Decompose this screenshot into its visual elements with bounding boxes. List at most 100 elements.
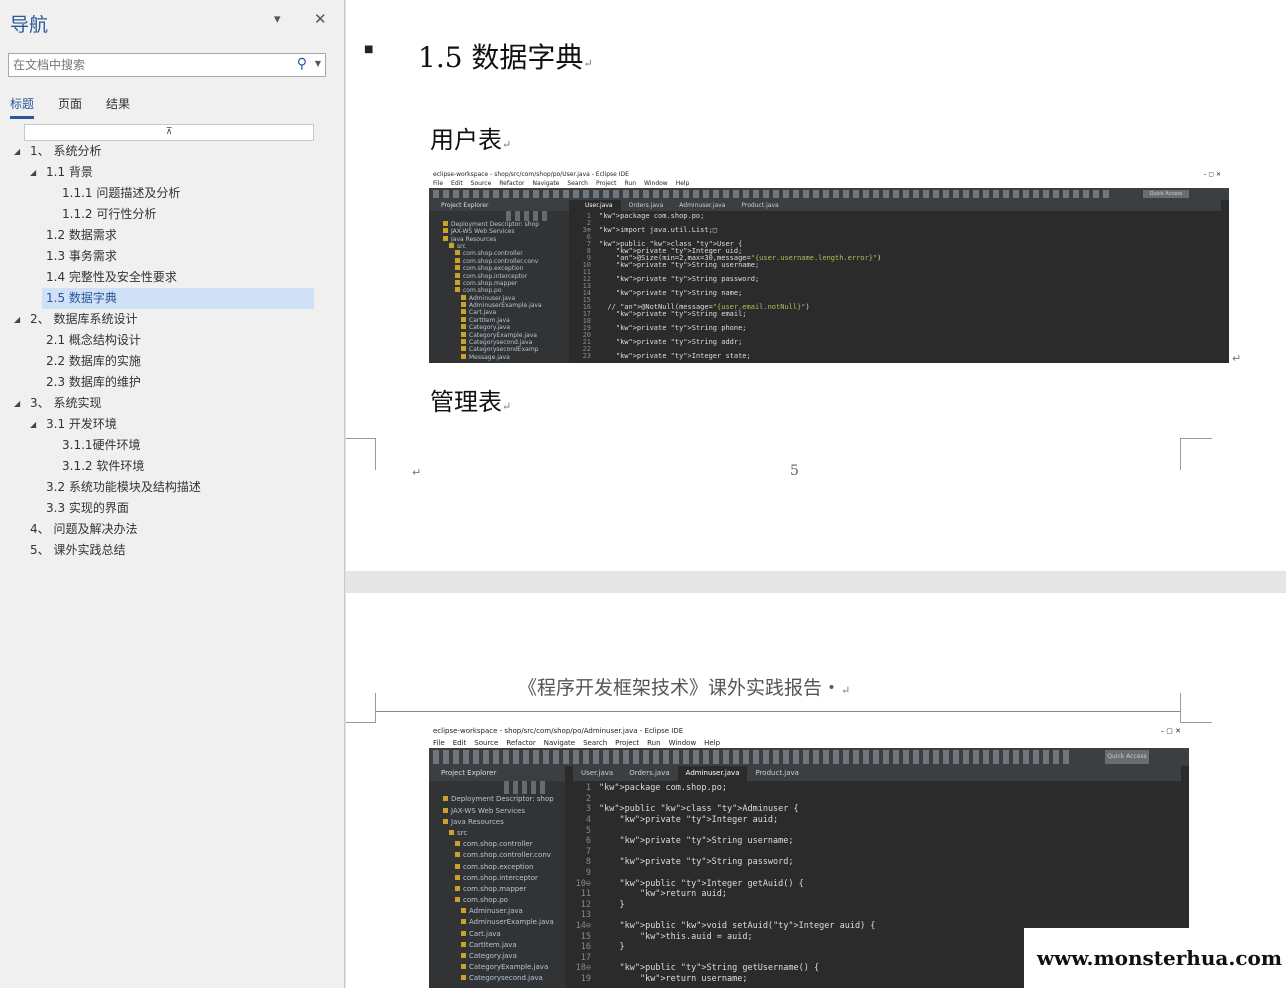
explorer-item[interactable]: src bbox=[429, 242, 569, 250]
nav-options-icon[interactable]: ▾ bbox=[274, 12, 281, 27]
menu-item[interactable]: Window bbox=[669, 738, 697, 748]
nav-heading-item[interactable]: 1.3 事务需求 bbox=[0, 246, 345, 267]
nav-heading-item[interactable]: ◢ 1.1 背景 bbox=[0, 162, 345, 183]
editor-tab[interactable]: Adminuser.java bbox=[677, 766, 748, 782]
tab-headings[interactable]: 标题 bbox=[10, 95, 35, 119]
menu-item[interactable]: Run bbox=[647, 738, 660, 748]
nav-heading-item[interactable]: 1.2 数据需求 bbox=[0, 225, 345, 246]
menu-item[interactable]: File bbox=[433, 738, 445, 748]
editor-tab[interactable]: Orders.java bbox=[621, 200, 672, 211]
menu-item[interactable]: Edit bbox=[451, 180, 463, 188]
nav-heading-item[interactable]: ◢ 3、 系统实现 bbox=[0, 393, 345, 414]
nav-heading-item[interactable]: 3.2 系统功能模块及结构描述 bbox=[0, 477, 345, 498]
expand-toggle-icon[interactable]: ◢ bbox=[30, 162, 36, 183]
search-box[interactable]: ⚲ ▼ bbox=[8, 53, 326, 77]
menu-item[interactable]: Run bbox=[625, 180, 637, 188]
expand-toggle-icon[interactable]: ◢ bbox=[14, 141, 20, 162]
explorer-item[interactable]: Cart.java bbox=[429, 309, 569, 316]
nav-heading-item[interactable]: 4、 问题及解决办法 bbox=[0, 519, 345, 540]
explorer-item[interactable]: com.shop.exception bbox=[429, 265, 569, 272]
explorer-item[interactable]: Category.java bbox=[429, 951, 565, 962]
explorer-item[interactable]: com.shop.controller.conv bbox=[429, 850, 565, 861]
nav-heading-item[interactable]: 1.5 数据字典 bbox=[0, 288, 345, 309]
menu-item[interactable]: Source bbox=[474, 738, 498, 748]
menu-item[interactable]: Help bbox=[676, 180, 690, 188]
expand-toggle-icon[interactable]: ◢ bbox=[14, 309, 20, 330]
menu-item[interactable]: Navigate bbox=[532, 180, 559, 188]
explorer-item[interactable]: com.shop.controller bbox=[429, 839, 565, 850]
explorer-item[interactable]: Java Resources bbox=[429, 817, 565, 828]
explorer-item[interactable]: Category.java bbox=[429, 324, 569, 331]
explorer-item[interactable]: CartItem.java bbox=[429, 940, 565, 951]
explorer-item[interactable]: Cart.java bbox=[429, 929, 565, 940]
explorer-item[interactable]: CategoryExample.java bbox=[429, 331, 569, 339]
nav-heading-item[interactable]: 3.1.2 软件环境 bbox=[0, 456, 345, 477]
menu-item[interactable]: Source bbox=[471, 180, 492, 188]
menu-item[interactable]: Search bbox=[567, 180, 588, 188]
explorer-item[interactable]: com.shop.controller bbox=[429, 250, 569, 257]
search-icon[interactable]: ⚲ bbox=[297, 56, 307, 72]
menu-item[interactable]: Navigate bbox=[544, 738, 575, 748]
explorer-item[interactable]: com.shop.interceptor bbox=[429, 272, 569, 280]
editor-tab[interactable]: User.java bbox=[573, 766, 621, 781]
nav-heading-item[interactable]: 5、 课外实践总结 bbox=[0, 540, 345, 561]
menu-item[interactable]: Edit bbox=[453, 738, 467, 748]
nav-heading-item[interactable]: 1.1.1 问题描述及分析 bbox=[0, 183, 345, 204]
explorer-item[interactable]: src bbox=[429, 828, 565, 839]
nav-heading-item[interactable]: ◢ 2、 数据库系统设计 bbox=[0, 309, 345, 330]
explorer-item[interactable]: CategoryExample.java bbox=[429, 962, 565, 973]
close-icon[interactable]: ✕ bbox=[314, 10, 327, 28]
nav-heading-item[interactable]: ◢ 3.1 开发环境 bbox=[0, 414, 345, 435]
editor-tab[interactable]: User.java bbox=[577, 200, 621, 212]
explorer-item[interactable]: com.shop.mapper bbox=[429, 884, 565, 895]
search-input[interactable] bbox=[9, 54, 279, 76]
explorer-item[interactable]: com.shop.po bbox=[429, 895, 565, 906]
nav-heading-item[interactable]: 1.4 完整性及安全性要求 bbox=[0, 267, 345, 288]
menu-item[interactable]: Project bbox=[596, 180, 617, 188]
editor-tab[interactable]: Adminuser.java bbox=[671, 200, 733, 211]
nav-heading-item[interactable]: 2.2 数据库的实施 bbox=[0, 351, 345, 372]
tab-pages[interactable]: 页面 bbox=[58, 95, 82, 119]
explorer-item[interactable]: AdminuserExample.java bbox=[429, 302, 569, 309]
explorer-item[interactable]: Categorysecond.java bbox=[429, 973, 565, 984]
explorer-item[interactable]: com.shop.mapper bbox=[429, 279, 569, 287]
explorer-item[interactable]: CartItem.java bbox=[429, 316, 569, 324]
explorer-item[interactable]: CategorysecondExamp bbox=[429, 346, 569, 353]
collapse-all-button[interactable]: ⊼ bbox=[24, 124, 314, 141]
nav-heading-item[interactable]: ◢ 1、 系统分析 bbox=[0, 141, 345, 162]
menu-item[interactable]: Refactor bbox=[506, 738, 535, 748]
nav-heading-item[interactable]: 1.1.2 可行性分析 bbox=[0, 204, 345, 225]
nav-heading-item[interactable]: 3.3 实现的界面 bbox=[0, 498, 345, 519]
package-icon bbox=[455, 863, 460, 869]
explorer-item[interactable]: Adminuser.java bbox=[429, 294, 569, 302]
nav-heading-item[interactable]: 3.1.1硬件环境 bbox=[0, 435, 345, 456]
nav-heading-item[interactable]: 2.3 数据库的维护 bbox=[0, 372, 345, 393]
explorer-item[interactable]: Message.java bbox=[429, 353, 569, 361]
menu-item[interactable]: File bbox=[433, 180, 443, 188]
expand-toggle-icon[interactable]: ◢ bbox=[30, 414, 36, 435]
explorer-item[interactable]: Deployment Descriptor: shop bbox=[429, 220, 569, 228]
menu-item[interactable]: Help bbox=[704, 738, 720, 748]
editor-tab[interactable]: Product.java bbox=[733, 200, 786, 211]
menu-item[interactable]: Window bbox=[644, 180, 668, 188]
explorer-item[interactable]: Adminuser.java bbox=[429, 906, 565, 917]
expand-toggle-icon[interactable]: ◢ bbox=[14, 393, 20, 414]
explorer-item[interactable]: JAX-WS Web Services bbox=[429, 806, 565, 817]
explorer-item[interactable]: Java Resources bbox=[429, 235, 569, 243]
explorer-item[interactable]: com.shop.controller.conv bbox=[429, 257, 569, 265]
editor-tab[interactable]: Orders.java bbox=[621, 766, 677, 781]
tab-results[interactable]: 结果 bbox=[106, 95, 130, 119]
explorer-item[interactable]: com.shop.po bbox=[429, 287, 569, 294]
explorer-item[interactable]: AdminuserExample.java bbox=[429, 917, 565, 928]
editor-tab[interactable]: Product.java bbox=[747, 766, 806, 781]
menu-item[interactable]: Search bbox=[583, 738, 607, 748]
chevron-down-icon[interactable]: ▼ bbox=[315, 59, 321, 68]
explorer-item[interactable]: com.shop.interceptor bbox=[429, 873, 565, 884]
menu-item[interactable]: Refactor bbox=[499, 180, 524, 188]
explorer-item[interactable]: Categorysecond.java bbox=[429, 339, 569, 346]
explorer-item[interactable]: com.shop.exception bbox=[429, 862, 565, 873]
explorer-item[interactable]: Deployment Descriptor: shop bbox=[429, 794, 565, 805]
menu-item[interactable]: Project bbox=[615, 738, 639, 748]
nav-heading-item[interactable]: 2.1 概念结构设计 bbox=[0, 330, 345, 351]
explorer-item[interactable]: JAX-WS Web Services bbox=[429, 228, 569, 235]
